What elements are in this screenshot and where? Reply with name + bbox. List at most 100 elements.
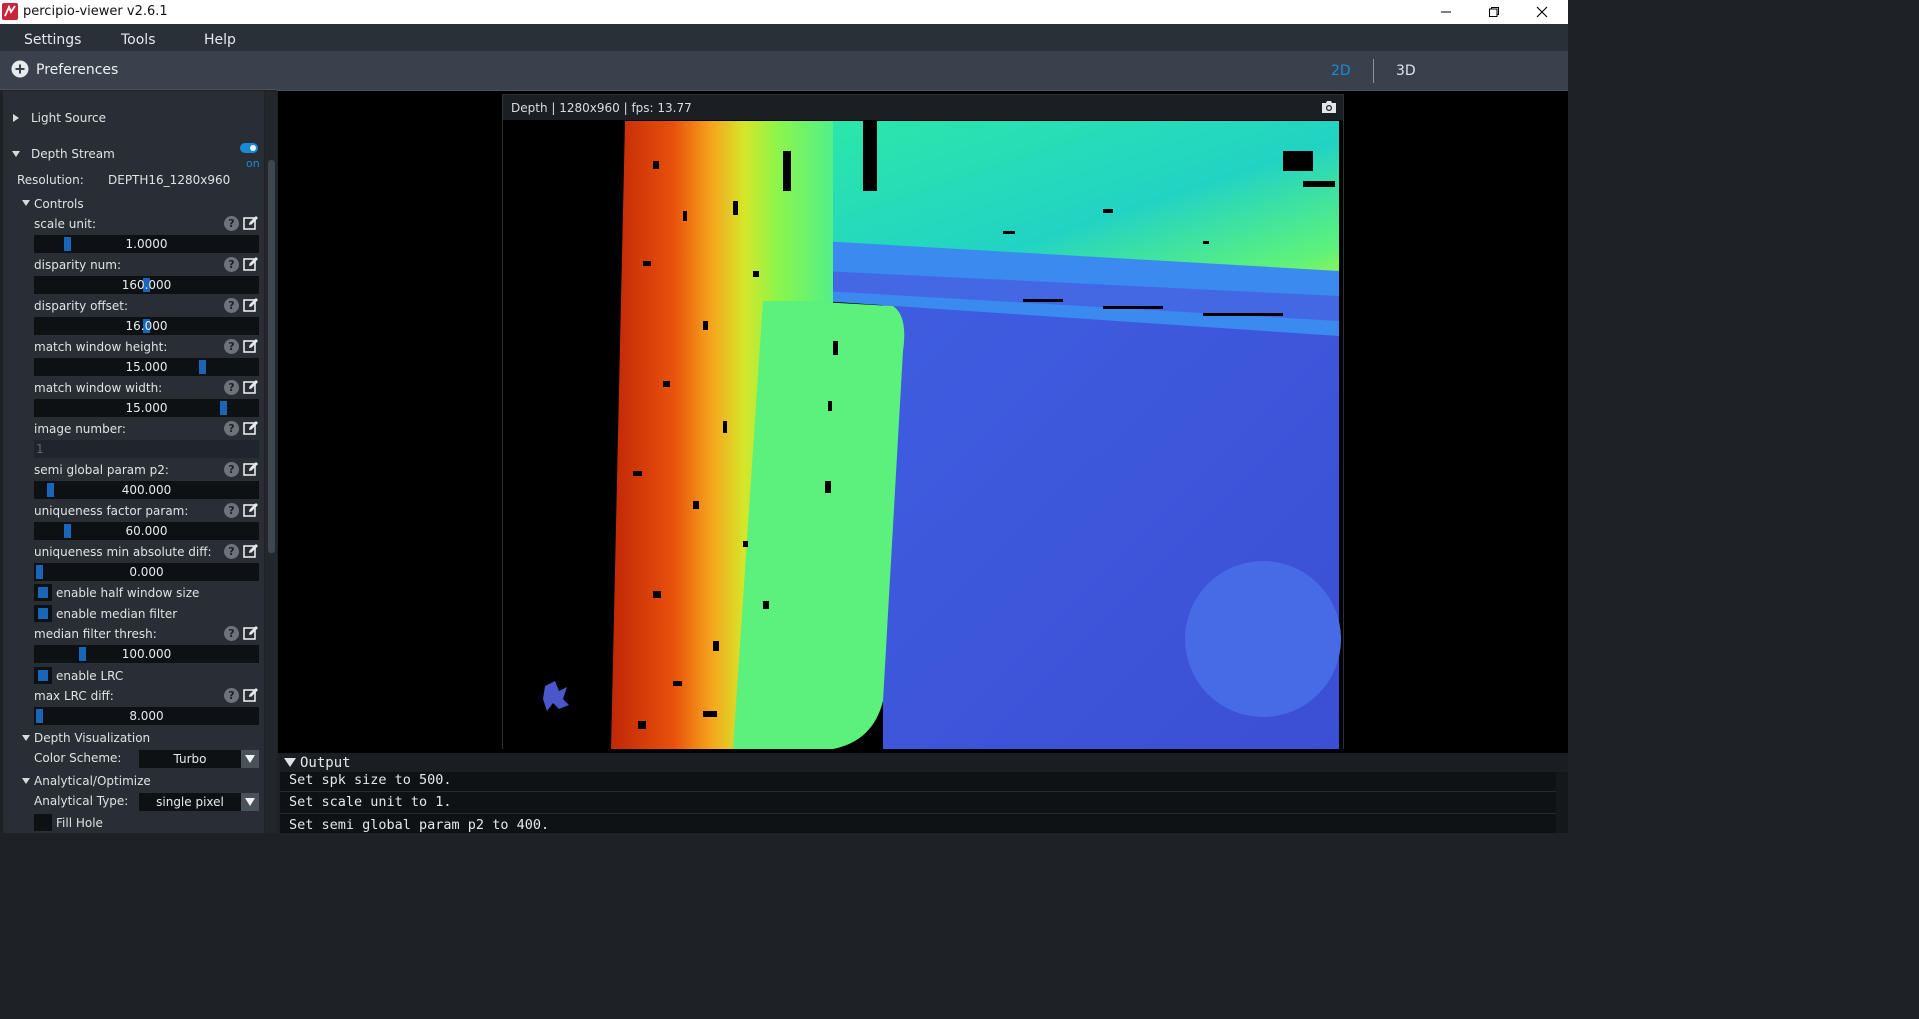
slider-value: 0.000 xyxy=(129,565,164,579)
param-slider[interactable]: 0.000 xyxy=(34,563,259,581)
tab-3d[interactable]: 3D xyxy=(1396,63,1416,79)
chevron-down-icon[interactable] xyxy=(22,200,30,206)
log-line: Set spk size to 500. xyxy=(289,772,452,788)
param-slider[interactable]: 1 xyxy=(34,440,259,458)
menu-help[interactable]: Help xyxy=(204,32,236,48)
output-scrollbar[interactable] xyxy=(1556,772,1568,833)
param-slider[interactable]: 15.000 xyxy=(34,358,259,376)
menu-bar: Settings Tools Help xyxy=(0,24,1568,51)
param-slider[interactable]: 15.000 xyxy=(34,399,259,417)
max-lrc-slider[interactable]: 8.000 xyxy=(34,707,259,725)
section-depth-visualization[interactable]: Depth Visualization xyxy=(34,731,150,745)
edit-icon[interactable] xyxy=(243,502,259,518)
log-divider xyxy=(280,791,1556,792)
maximize-icon xyxy=(1489,7,1499,17)
edit-icon[interactable] xyxy=(243,687,259,703)
edit-icon[interactable] xyxy=(243,256,259,272)
param-slider[interactable]: 16.000 xyxy=(34,317,259,335)
help-icon[interactable]: ? xyxy=(224,339,239,354)
close-button[interactable] xyxy=(1519,0,1565,24)
tab-2d[interactable]: 2D xyxy=(1331,63,1351,79)
minimize-icon xyxy=(1441,11,1451,13)
param-slider[interactable]: 1.0000 xyxy=(34,235,259,253)
color-scheme-label: Color Scheme: xyxy=(34,751,122,765)
depth-window-title: Depth | 1280x960 | fps: 13.77 xyxy=(511,101,692,115)
minimize-button[interactable] xyxy=(1423,0,1469,24)
fill-hole-checkbox[interactable] xyxy=(34,814,52,831)
close-icon xyxy=(1536,6,1548,18)
slider-value: 1.0000 xyxy=(125,237,168,251)
resolution-label: Resolution: xyxy=(17,173,84,187)
enable-median-checkbox[interactable] xyxy=(34,605,52,622)
chevron-down-icon[interactable] xyxy=(12,151,20,157)
param-slider[interactable]: 60.000 xyxy=(34,522,259,540)
depth-stream-toggle[interactable] xyxy=(240,143,258,153)
chevron-down-icon[interactable] xyxy=(22,778,30,784)
preferences-header[interactable]: Preferences xyxy=(0,51,277,90)
edit-icon[interactable] xyxy=(243,379,259,395)
edit-icon[interactable] xyxy=(243,297,259,313)
panel-scrollbar-thumb[interactable] xyxy=(268,160,275,553)
menu-settings[interactable]: Settings xyxy=(24,32,81,48)
chevron-down-icon[interactable] xyxy=(284,758,296,767)
help-icon[interactable]: ? xyxy=(224,380,239,395)
param-slider[interactable]: 400.000 xyxy=(34,481,259,499)
help-icon[interactable]: ? xyxy=(224,257,239,272)
fill-hole-label: Fill Hole xyxy=(56,816,103,830)
section-light-source[interactable]: Light Source xyxy=(31,111,106,125)
camera-icon[interactable] xyxy=(1321,100,1337,114)
edit-icon[interactable] xyxy=(243,338,259,354)
slider-value: 15.000 xyxy=(125,401,168,415)
section-analytical[interactable]: Analytical/Optimize xyxy=(34,774,151,788)
param-slider[interactable]: 160.000 xyxy=(34,276,259,294)
param-label: uniqueness min absolute diff: xyxy=(34,545,212,559)
median-thresh-slider[interactable]: 100.000 xyxy=(34,645,259,663)
edit-icon[interactable] xyxy=(243,543,259,559)
help-icon[interactable]: ? xyxy=(224,688,239,703)
help-icon[interactable]: ? xyxy=(224,216,239,231)
chevron-down-icon[interactable] xyxy=(241,793,259,811)
edit-icon[interactable] xyxy=(243,625,259,641)
depth-window[interactable]: Depth | 1280x960 | fps: 13.77 xyxy=(502,94,1344,749)
log-divider xyxy=(280,813,1556,814)
slider-value: 1 xyxy=(36,442,44,456)
param-label: match window width: xyxy=(34,381,163,395)
title-bar: percipio-viewer v2.6.1 xyxy=(0,0,1568,24)
maximize-button[interactable] xyxy=(1471,0,1517,24)
slider-value: 16.000 xyxy=(125,319,168,333)
edit-icon[interactable] xyxy=(243,420,259,436)
param-label: max LRC diff: xyxy=(34,689,114,703)
resolution-value[interactable]: DEPTH16_1280x960 xyxy=(108,173,230,187)
chevron-down-icon[interactable] xyxy=(22,735,30,741)
param-label: uniqueness factor param: xyxy=(34,504,189,518)
help-icon[interactable]: ? xyxy=(224,503,239,518)
edit-icon[interactable] xyxy=(243,215,259,231)
depth-stream-toggle-label: on xyxy=(246,157,260,170)
plus-circle-icon[interactable] xyxy=(11,60,29,78)
output-log[interactable]: Set spk size to 500. Set scale unit to 1… xyxy=(280,772,1568,833)
section-controls[interactable]: Controls xyxy=(34,197,84,211)
section-depth-stream[interactable]: Depth Stream xyxy=(31,147,115,161)
chevron-down-icon[interactable] xyxy=(241,750,259,768)
preferences-panel: Light Source Depth Stream on Resolution:… xyxy=(3,91,264,833)
analytical-type-label: Analytical Type: xyxy=(34,794,129,808)
help-icon[interactable]: ? xyxy=(224,544,239,559)
window-title: percipio-viewer v2.6.1 xyxy=(23,4,168,19)
depth-window-header: Depth | 1280x960 | fps: 13.77 xyxy=(503,95,1343,120)
edit-icon[interactable] xyxy=(243,461,259,477)
help-icon[interactable]: ? xyxy=(224,298,239,313)
analytical-type-select[interactable]: single pixel xyxy=(139,793,259,811)
color-scheme-select[interactable]: Turbo xyxy=(139,750,259,768)
viewport-2d[interactable]: Depth | 1280x960 | fps: 13.77 xyxy=(278,91,1568,753)
enable-lrc-checkbox[interactable] xyxy=(34,667,52,684)
depth-map-image[interactable] xyxy=(503,121,1343,749)
help-icon[interactable]: ? xyxy=(224,421,239,436)
help-icon[interactable]: ? xyxy=(224,626,239,641)
chevron-right-icon[interactable] xyxy=(13,114,19,122)
enable-half-window-label: enable half window size xyxy=(56,586,200,600)
menu-tools[interactable]: Tools xyxy=(121,32,156,48)
output-header[interactable]: Output xyxy=(280,753,1568,772)
tab-divider xyxy=(1373,59,1374,83)
help-icon[interactable]: ? xyxy=(224,462,239,477)
enable-half-window-checkbox[interactable] xyxy=(34,584,52,601)
